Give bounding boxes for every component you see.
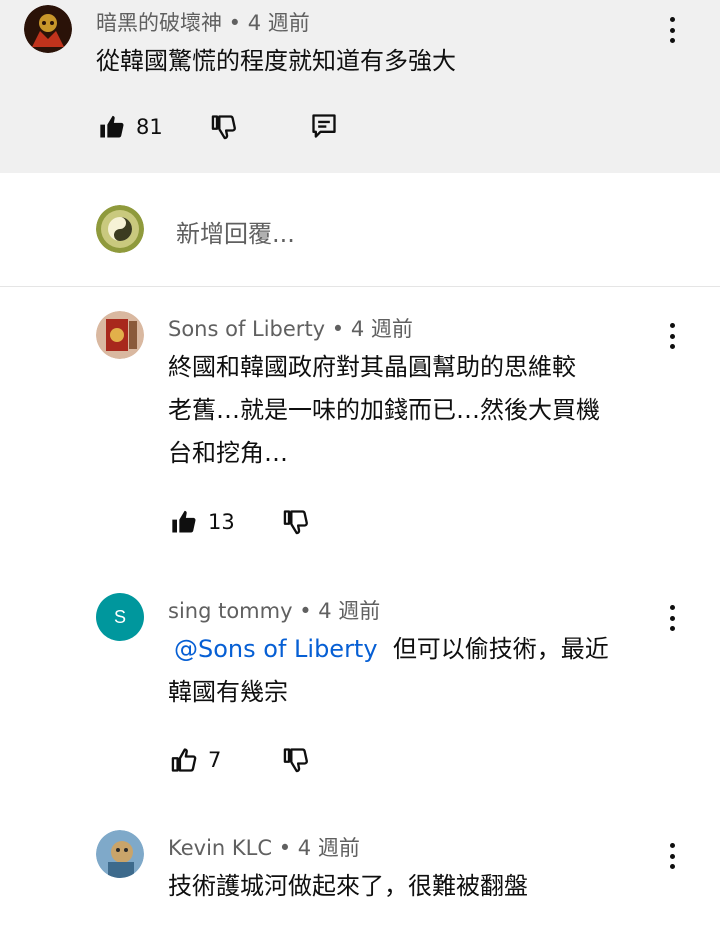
comment-meta: Sons of Liberty • 4 週前	[168, 313, 413, 343]
comment-line: 韓國有幾宗	[168, 678, 288, 706]
thumb-down-icon	[283, 748, 308, 773]
comment-text-rest: 但可以偷技術，最近	[392, 635, 609, 663]
reply-icon	[312, 114, 336, 138]
comment-time[interactable]: 4 週前	[298, 836, 360, 860]
comment-text: 技術護城河做起來了，很難被翻盤	[168, 872, 528, 900]
thumb-up-icon	[172, 510, 196, 533]
like-count: 13	[208, 510, 235, 534]
like-button[interactable]	[170, 508, 198, 536]
add-reply-input[interactable]: 新增回覆...	[176, 214, 576, 248]
comment-time[interactable]: 4 週前	[318, 599, 380, 623]
reply-button[interactable]	[310, 112, 338, 140]
thumb-up-outline-icon	[171, 748, 197, 772]
comment-meta: 暗黑的破壞神 • 4 週前	[96, 7, 310, 37]
comment-time[interactable]: 4 週前	[248, 11, 310, 35]
author-name[interactable]: Sons of Liberty	[168, 317, 325, 341]
meta-separator: •	[272, 836, 298, 860]
more-options-icon[interactable]	[662, 15, 682, 45]
thumb-up-icon	[100, 115, 124, 138]
mention-link[interactable]: @Sons of Liberty	[168, 635, 378, 663]
comment-text: 終國和韓國政府對其晶圓幫助的思維較 老舊…就是一味的加錢而已…然後大買機 台和挖…	[168, 346, 678, 475]
dislike-button[interactable]	[210, 113, 238, 141]
divider	[0, 286, 720, 287]
comment-line: 台和挖角…	[168, 439, 288, 467]
comment-line: 老舊…就是一味的加錢而已…然後大買機	[168, 396, 600, 424]
author-name[interactable]: sing tommy	[168, 599, 293, 623]
author-name[interactable]: Kevin KLC	[168, 836, 272, 860]
thumb-down-icon	[211, 115, 236, 140]
like-button[interactable]	[170, 746, 198, 774]
dislike-button[interactable]	[282, 746, 310, 774]
comment-text: 從韓國驚慌的程度就知道有多強大	[96, 47, 456, 75]
comment-line: 終國和韓國政府對其晶圓幫助的思維較	[168, 353, 576, 381]
avatar[interactable]	[96, 830, 144, 878]
thumb-down-icon	[283, 510, 308, 535]
dislike-button[interactable]	[282, 508, 310, 536]
author-name[interactable]: 暗黑的破壞神	[96, 11, 222, 35]
like-count: 7	[208, 748, 222, 772]
avatar[interactable]	[96, 311, 144, 359]
like-count: 81	[136, 115, 163, 139]
meta-separator: •	[325, 317, 351, 341]
comment-meta: sing tommy • 4 週前	[168, 595, 380, 625]
like-button[interactable]	[98, 113, 126, 141]
avatar[interactable]	[24, 5, 72, 53]
comment-line: @Sons of Liberty 但可以偷技術，最近	[168, 628, 688, 671]
more-options-icon[interactable]	[662, 841, 682, 871]
comment-meta: Kevin KLC • 4 週前	[168, 832, 360, 862]
meta-separator: •	[292, 599, 319, 623]
meta-separator: •	[222, 11, 248, 35]
current-user-avatar	[96, 205, 144, 253]
avatar[interactable]: S	[96, 593, 144, 641]
comment-text: @Sons of Liberty 但可以偷技術，最近 韓國有幾宗	[168, 628, 688, 714]
comment-time[interactable]: 4 週前	[351, 317, 413, 341]
